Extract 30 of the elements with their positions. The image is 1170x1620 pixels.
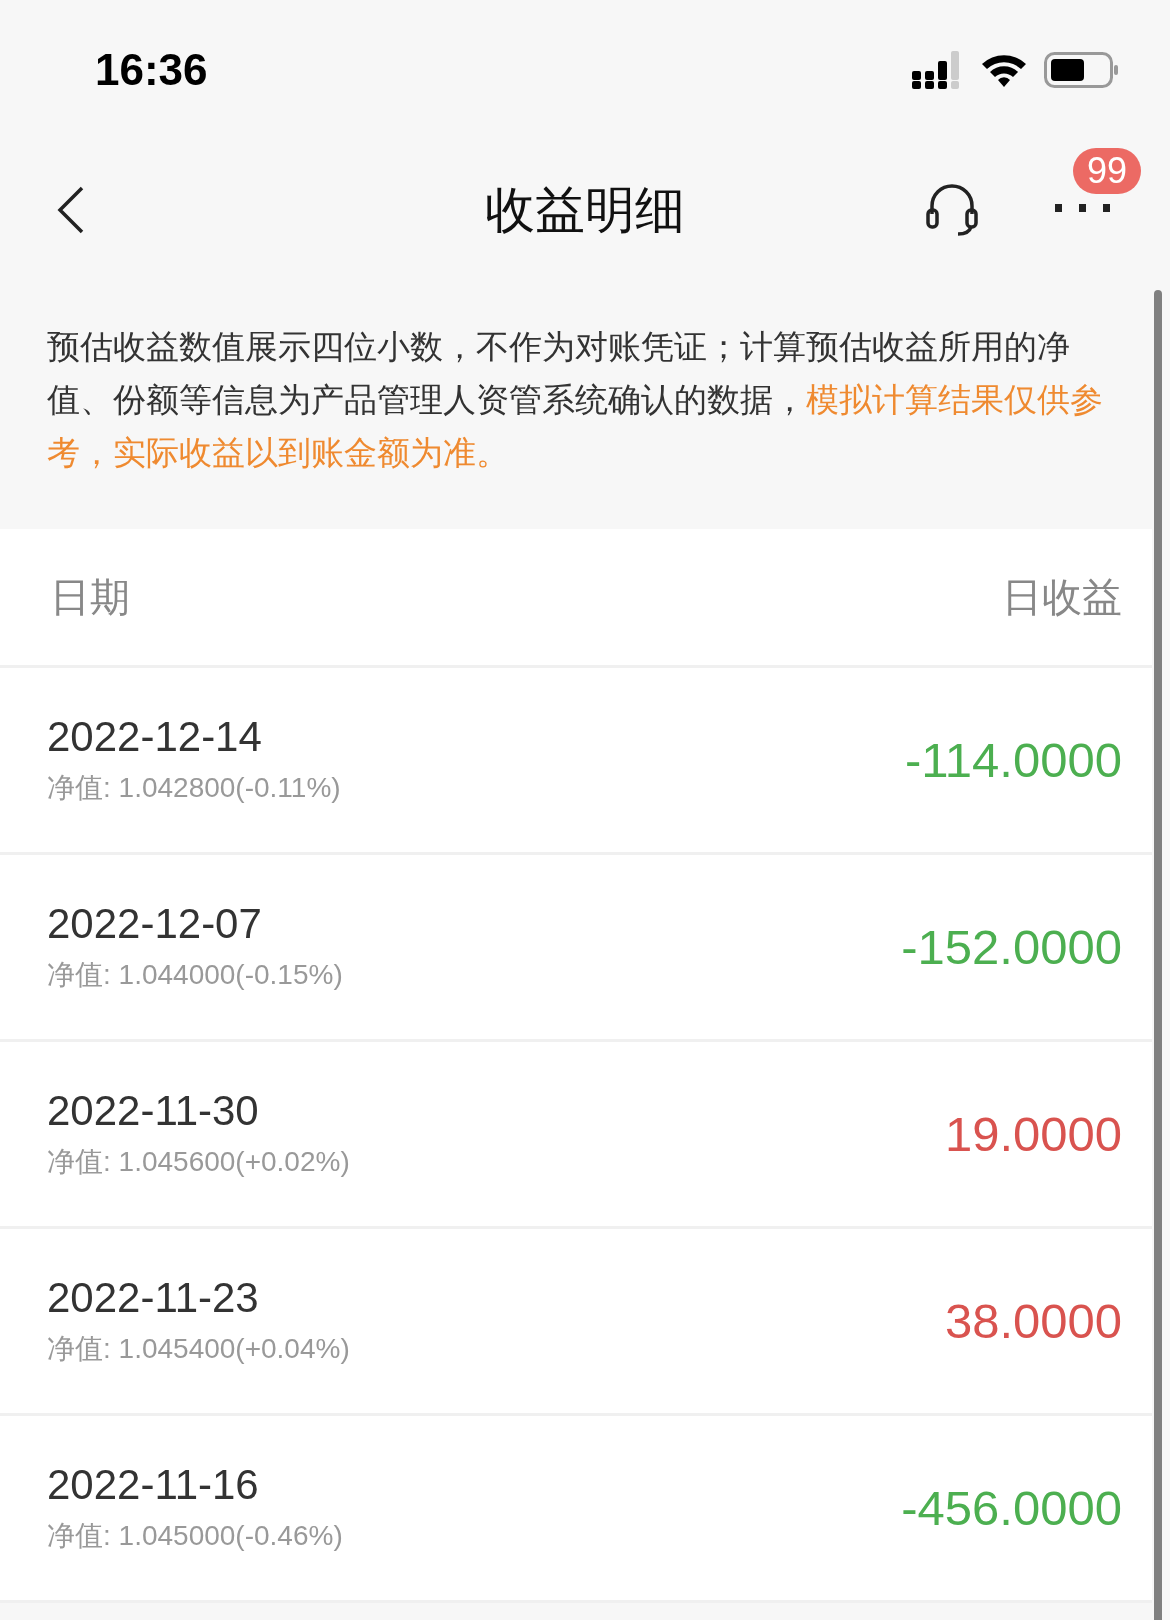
notice-text: 预估收益数值展示四位小数，不作为对账凭证；计算预估收益所用的净值、份额等信息为产品管理人资管系统确认的数据，模拟计算结果仅供参考，实际收益以到账金额为准。 (47, 327, 1104, 473)
net-value-text: 净值: 1.045600(+0.02%) (47, 1145, 350, 1179)
income-row[interactable]: 2022-11-30 净值: 1.045600(+0.02%) 19.0000 (0, 1042, 1152, 1229)
back-button[interactable] (57, 185, 85, 235)
wifi-icon (980, 52, 1028, 88)
income-row[interactable]: 2022-11-23 净值: 1.045400(+0.04%) 38.0000 (0, 1229, 1152, 1416)
daily-income-amount: -456.0000 (901, 1480, 1122, 1536)
daily-income-amount: -152.0000 (901, 919, 1122, 975)
daily-income-amount: -114.0000 (904, 732, 1122, 788)
net-value-text: 净值: 1.045000(-0.46%) (47, 1519, 343, 1553)
column-header: 日收益 (1002, 573, 1122, 621)
column-header: 日期 (50, 573, 130, 621)
net-value-text: 净值: 1.042800(-0.11%) (47, 771, 341, 805)
income-row[interactable]: 2022-11-16 净值: 1.045000(-0.46%) -456.0000 (0, 1416, 1152, 1603)
notification-badge: 99 (1073, 148, 1142, 194)
date-text: 2022-12-07 (47, 900, 263, 948)
page-title: 收益明细 (484, 180, 686, 240)
income-row[interactable]: 2022-12-14 净值: 1.042800(-0.11%) -114.0000 (0, 668, 1152, 855)
date-text: 2022-11-16 (47, 1461, 260, 1509)
status-time: 16:36 (95, 45, 208, 95)
date-text: 2022-11-23 (47, 1274, 260, 1322)
net-value-text: 净值: 1.044000(-0.15%) (47, 958, 343, 992)
date-text: 2022-11-30 (47, 1087, 260, 1135)
date-text: 2022-12-14 (47, 713, 263, 761)
battery-icon (1044, 52, 1118, 88)
net-value-text: 净值: 1.045400(+0.04%) (47, 1332, 350, 1366)
more-icon[interactable] (1055, 202, 1111, 214)
daily-income-amount: 19.0000 (944, 1106, 1122, 1162)
daily-income-amount: 38.0000 (944, 1293, 1122, 1349)
income-row[interactable]: 2022-12-07 净值: 1.044000(-0.15%) -152.0000 (0, 855, 1152, 1042)
